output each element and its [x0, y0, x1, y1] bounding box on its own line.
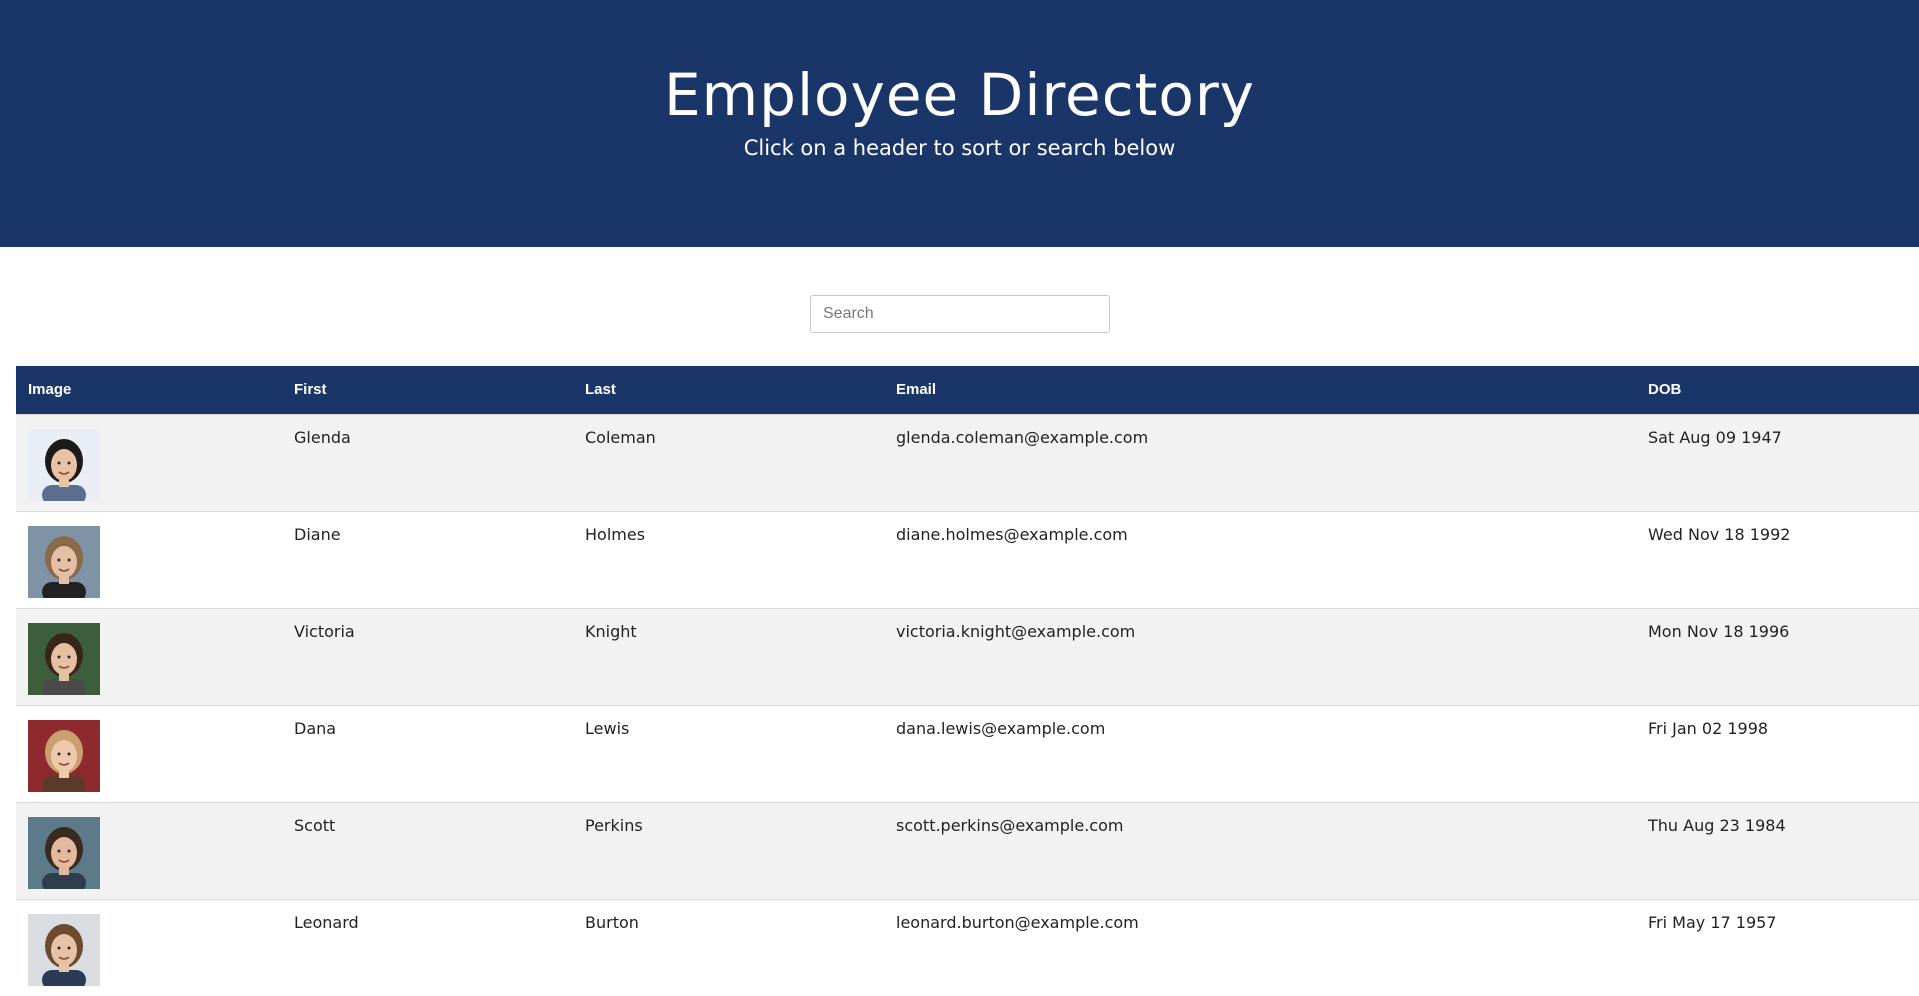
- last-name-cell: Burton: [585, 912, 639, 932]
- column-header-first[interactable]: First: [282, 366, 573, 414]
- column-header-email[interactable]: Email: [884, 366, 1636, 414]
- last-name-cell: Holmes: [585, 524, 646, 544]
- column-header-last[interactable]: Last: [573, 366, 884, 414]
- first-name-cell: Glenda: [294, 427, 351, 447]
- image-cell: [16, 414, 282, 511]
- table-row: Dana Lewis dana.lewis@example.com Fri Ja…: [16, 705, 1919, 802]
- employee-photo: [28, 816, 100, 889]
- search-container: [810, 295, 1110, 333]
- table-header: Image First Last Email DOB: [16, 366, 1919, 414]
- last-name-cell: Perkins: [585, 815, 643, 835]
- email-cell: glenda.coleman@example.com: [896, 427, 1149, 447]
- column-header-image[interactable]: Image: [16, 366, 282, 414]
- image-cell: [16, 802, 282, 899]
- employee-table: Image First Last Email DOB Glenda Colema…: [16, 366, 1919, 996]
- dob-cell: Sat Aug 09 1947: [1648, 427, 1782, 447]
- email-cell: scott.perkins@example.com: [896, 815, 1124, 835]
- dob-cell: Wed Nov 18 1992: [1648, 524, 1791, 544]
- employee-photo: [28, 719, 100, 792]
- page-subtitle: Click on a header to sort or search belo…: [743, 136, 1176, 160]
- first-name-cell: Scott: [294, 815, 336, 835]
- table-row: Victoria Knight victoria.knight@example.…: [16, 608, 1919, 705]
- dob-cell: Fri Jan 02 1998: [1648, 718, 1769, 738]
- last-name-cell: Coleman: [585, 427, 656, 447]
- employee-photo: [28, 525, 100, 598]
- dob-cell: Mon Nov 18 1996: [1648, 621, 1790, 641]
- last-name-cell: Lewis: [585, 718, 630, 738]
- image-cell: [16, 705, 282, 802]
- page-title: Employee Directory: [663, 61, 1255, 129]
- first-name-cell: Diane: [294, 524, 341, 544]
- email-cell: victoria.knight@example.com: [896, 621, 1136, 641]
- first-name-cell: Leonard: [294, 912, 359, 932]
- dob-cell: Thu Aug 23 1984: [1648, 815, 1786, 835]
- dob-cell: Fri May 17 1957: [1648, 912, 1777, 932]
- first-name-cell: Dana: [294, 718, 337, 738]
- employee-photo: [28, 622, 100, 695]
- table-row: Diane Holmes diane.holmes@example.com We…: [16, 511, 1919, 608]
- last-name-cell: Knight: [585, 621, 637, 641]
- employee-photo: [28, 428, 100, 501]
- email-cell: leonard.burton@example.com: [896, 912, 1139, 932]
- first-name-cell: Victoria: [294, 621, 355, 641]
- table-row: Scott Perkins scott.perkins@example.com …: [16, 802, 1919, 899]
- email-cell: diane.holmes@example.com: [896, 524, 1128, 544]
- image-cell: [16, 511, 282, 608]
- column-header-dob[interactable]: DOB: [1636, 366, 1919, 414]
- employee-photo: [28, 913, 100, 986]
- image-cell: [16, 899, 282, 996]
- table-header-row: Image First Last Email DOB: [16, 366, 1919, 414]
- page-header: Employee Directory Click on a header to …: [0, 0, 1919, 247]
- table-row: Glenda Coleman glenda.coleman@example.co…: [16, 414, 1919, 511]
- search-input[interactable]: [810, 295, 1110, 333]
- table-row: Leonard Burton leonard.burton@example.co…: [16, 899, 1919, 996]
- email-cell: dana.lewis@example.com: [896, 718, 1106, 738]
- table-body: Glenda Coleman glenda.coleman@example.co…: [16, 414, 1919, 996]
- image-cell: [16, 608, 282, 705]
